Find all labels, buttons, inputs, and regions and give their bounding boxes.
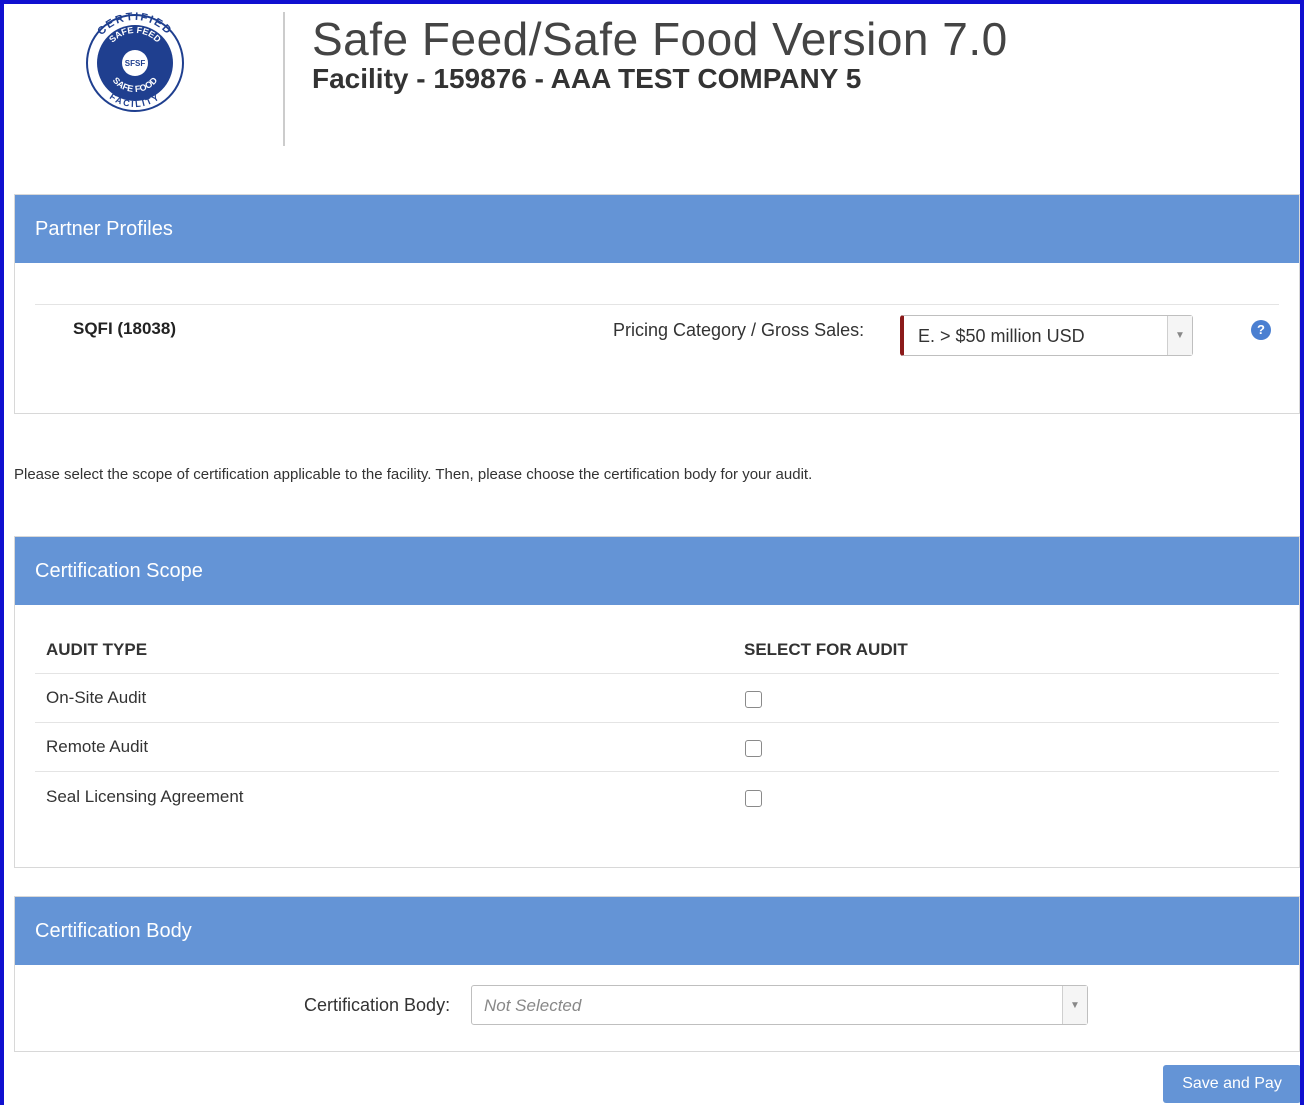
certification-scope-panel: Certification Scope AUDIT TYPE SELECT FO… xyxy=(14,536,1300,868)
on-site-audit-checkbox[interactable] xyxy=(745,691,762,708)
logo-center-text: SFSF xyxy=(125,59,146,68)
select-for-audit-column-header: SELECT FOR AUDIT xyxy=(744,640,908,659)
seal-licensing-checkbox[interactable] xyxy=(745,790,762,807)
pricing-category-label: Pricing Category / Gross Sales: xyxy=(613,320,865,340)
audit-type-seal-licensing: Seal Licensing Agreement xyxy=(46,787,244,806)
partner-profiles-panel: Partner Profiles SQFI (18038) Pricing Ca… xyxy=(14,194,1300,414)
help-icon[interactable]: ? xyxy=(1251,320,1271,340)
row-divider xyxy=(35,722,1279,723)
certification-body-value: Not Selected xyxy=(484,996,582,1015)
certification-body-label: Certification Body: xyxy=(304,995,451,1015)
header-divider xyxy=(283,12,285,146)
row-divider xyxy=(35,771,1279,772)
page-header: CERTIFIED FACILITY SAFE FEED SAFE FOOD S… xyxy=(0,0,1304,160)
partner-profiles-heading: Partner Profiles xyxy=(15,195,1299,263)
audit-type-on-site: On-Site Audit xyxy=(46,688,147,707)
remote-audit-checkbox[interactable] xyxy=(745,740,762,757)
partner-name: SQFI (18038) xyxy=(73,319,176,338)
row-divider xyxy=(35,673,1279,674)
pricing-category-value: E. > $50 million USD xyxy=(918,326,1085,346)
sfsf-logo: CERTIFIED FACILITY SAFE FEED SAFE FOOD S… xyxy=(86,11,184,112)
facility-subtitle: Facility - 159876 - AAA TEST COMPANY 5 xyxy=(312,63,862,94)
row-divider xyxy=(35,304,1279,305)
audit-type-column-header: AUDIT TYPE xyxy=(46,640,148,659)
save-and-pay-button[interactable]: Save and Pay xyxy=(1163,1065,1301,1103)
page-title: Safe Feed/Safe Food Version 7.0 xyxy=(312,13,1008,65)
pricing-category-select[interactable]: E. > $50 million USD ▼ xyxy=(900,315,1193,356)
chevron-down-icon: ▼ xyxy=(1062,986,1087,1024)
certification-scope-heading: Certification Scope xyxy=(15,537,1299,605)
certification-body-panel: Certification Body Certification Body: N… xyxy=(14,896,1300,1052)
chevron-down-icon: ▼ xyxy=(1167,316,1192,355)
certification-body-select[interactable]: Not Selected ▼ xyxy=(471,985,1088,1025)
certification-body-heading: Certification Body xyxy=(15,897,1299,965)
audit-type-remote: Remote Audit xyxy=(46,737,149,756)
instructions-text: Please select the scope of certification… xyxy=(14,466,813,483)
